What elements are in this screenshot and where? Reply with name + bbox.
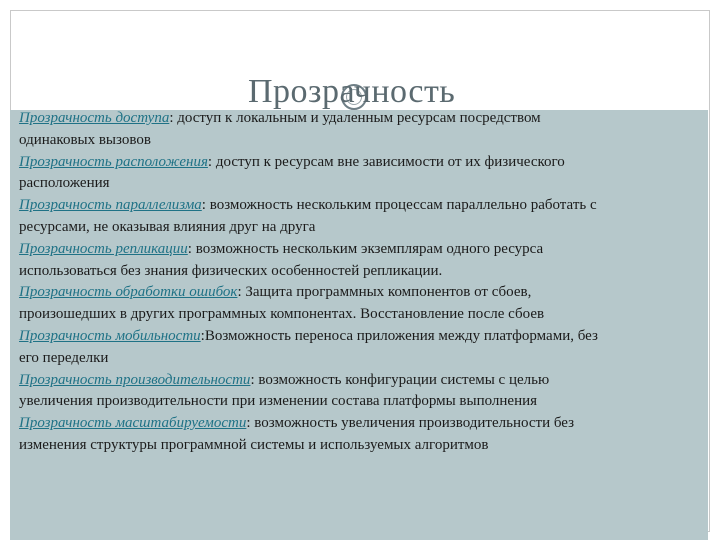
term-link[interactable]: Прозрачность расположения xyxy=(19,154,208,170)
list-item: Прозрачность обработки ошибок: Защита пр… xyxy=(19,282,599,326)
page-title: Прозрачность xyxy=(248,73,456,110)
list-item: Прозрачность параллелизма: возможность н… xyxy=(19,195,599,239)
slide-content: Прозрачность доступа: доступ к локальным… xyxy=(19,108,599,457)
term-link[interactable]: Прозрачность масштабируемости xyxy=(19,415,246,431)
list-item: Прозрачность масштабируемости: возможнос… xyxy=(19,413,599,457)
list-item: Прозрачность репликации: возможность нес… xyxy=(19,239,599,283)
term-link[interactable]: Прозрачность производительности xyxy=(19,372,250,388)
term-link[interactable]: Прозрачность обработки ошибок xyxy=(19,284,237,300)
list-item: Прозрачность производительности: возможн… xyxy=(19,370,599,414)
term-link[interactable]: Прозрачность репликации xyxy=(19,241,188,257)
list-item: Прозрачность мобильности:Возможность пер… xyxy=(19,326,599,370)
term-link[interactable]: Прозрачность параллелизма xyxy=(19,197,202,213)
list-item: Прозрачность доступа: доступ к локальным… xyxy=(19,108,599,152)
term-link[interactable]: Прозрачность доступа xyxy=(19,110,169,126)
list-item: Прозрачность расположения: доступ к ресу… xyxy=(19,152,599,196)
term-link[interactable]: Прозрачность мобильности xyxy=(19,328,201,344)
